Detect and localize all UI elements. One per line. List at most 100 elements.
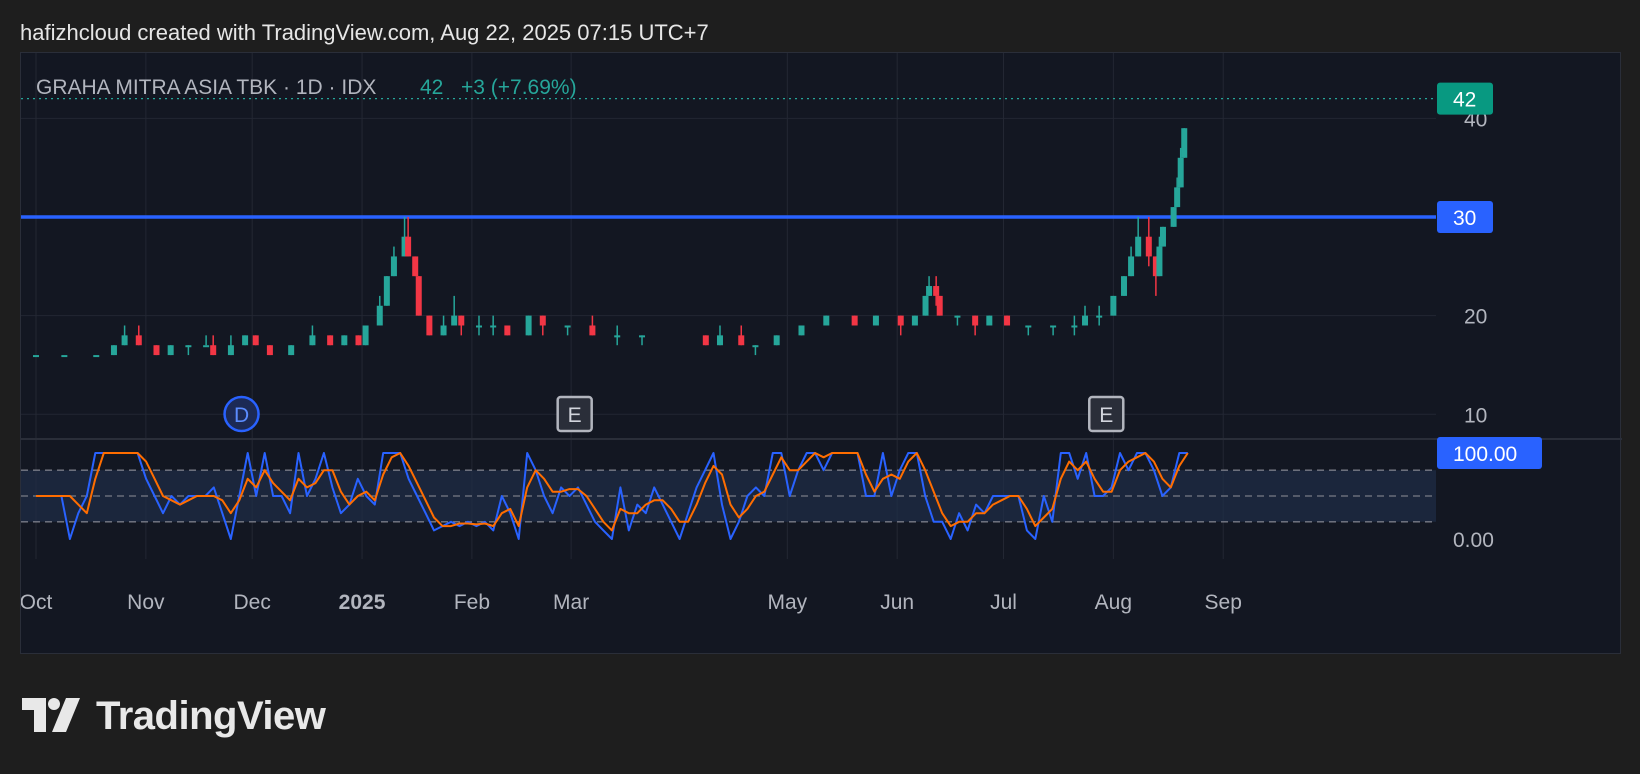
x-tick-label: Jul <box>990 591 1017 614</box>
candle-body <box>897 315 904 326</box>
candle-body <box>210 345 217 356</box>
x-tick-label: 2025 <box>339 591 386 614</box>
candle-body <box>412 256 419 277</box>
candle-body <box>1082 315 1089 326</box>
candle-body <box>242 335 249 346</box>
candle-body <box>451 315 458 326</box>
candle-body <box>1096 315 1103 318</box>
candle-body <box>954 315 961 318</box>
candle-body <box>362 325 369 346</box>
candlestick-series <box>33 128 1188 358</box>
x-tick-label: Mar <box>553 591 589 614</box>
tradingview-logo-icon <box>22 698 80 732</box>
candle-body <box>376 305 383 326</box>
candle-body <box>135 335 142 346</box>
legend-symbol: GRAHA MITRA ASIA TBK · 1D · IDX <box>36 76 376 99</box>
candle-body <box>1025 325 1032 328</box>
x-tick-label: Oct <box>21 591 52 614</box>
candle-body <box>288 345 295 356</box>
axes: 40302010OctNovDec2025FebMarMayJunJulAugS… <box>21 82 1542 614</box>
candle-body <box>504 325 511 336</box>
candle-body <box>1004 315 1011 326</box>
candle-body <box>1135 236 1142 257</box>
candle-body <box>327 335 334 346</box>
legend-last-price: 42 <box>420 76 443 99</box>
horizontal-line-30 <box>21 97 1436 219</box>
candle-body <box>702 335 709 346</box>
candle-body <box>1174 187 1181 208</box>
tradingview-wordmark: TradingView <box>96 693 326 738</box>
candle-body <box>823 315 830 326</box>
candle-body <box>110 345 117 356</box>
candle-body <box>355 335 362 346</box>
horizontal-line-tag: 30 <box>1453 207 1476 230</box>
candle-body <box>738 335 745 346</box>
last-price-tag: 42 <box>1453 89 1476 112</box>
candle-body <box>203 345 210 348</box>
candle-body <box>475 325 482 328</box>
chart-attribution: hafizhcloud created with TradingView.com… <box>20 20 709 45</box>
candle-body <box>1050 325 1057 328</box>
x-tick-label: Nov <box>127 591 165 614</box>
candle-body <box>383 276 390 306</box>
candle-body <box>405 236 412 257</box>
candle-body <box>61 355 68 358</box>
candle-body <box>798 325 805 336</box>
candle-body <box>872 315 879 326</box>
candle-body <box>936 295 943 316</box>
earnings-marker-label: E <box>1099 404 1113 427</box>
candle-body <box>227 345 234 356</box>
tradingview-logo[interactable]: TradingView <box>22 692 326 740</box>
x-tick-label: Aug <box>1095 591 1132 614</box>
chart-panel[interactable]: DEE 40302010OctNovDec2025FebMarMayJunJul… <box>20 52 1622 655</box>
candle-body <box>1159 226 1166 247</box>
candle-body <box>490 325 497 328</box>
candle-body <box>252 335 259 346</box>
candle-body <box>589 325 596 336</box>
candle-body <box>1177 157 1184 188</box>
candle-body <box>309 335 316 346</box>
chart-canvas[interactable]: DEE 40302010OctNovDec2025FebMarMayJunJul… <box>21 53 1622 655</box>
legend: GRAHA MITRA ASIA TBK · 1D · IDX 42 +3 (+… <box>36 76 577 99</box>
candle-body <box>1156 246 1163 277</box>
candle-body <box>153 345 160 356</box>
candle-body <box>93 355 100 358</box>
x-tick-label: Jun <box>880 591 914 614</box>
candle-body <box>1145 236 1152 257</box>
oscillator-last-tag: 100.00 <box>1453 443 1517 466</box>
candle-body <box>1120 276 1127 296</box>
candle-body <box>1110 295 1117 316</box>
candle-body <box>390 256 397 277</box>
y-tick-label: 20 <box>1464 306 1487 329</box>
candle-body <box>986 315 993 326</box>
candle-body <box>933 286 940 296</box>
x-tick-label: Sep <box>1205 591 1242 614</box>
dividend-marker-label: D <box>234 404 249 427</box>
candle-body <box>33 355 39 358</box>
candle-body <box>525 315 532 336</box>
x-tick-label: May <box>767 591 807 614</box>
candle-body <box>922 295 929 316</box>
candle-body <box>639 335 646 338</box>
candle-body <box>972 315 979 326</box>
earnings-marker-label: E <box>568 404 582 427</box>
x-tick-label: Dec <box>234 591 271 614</box>
x-tick-label: Feb <box>454 591 490 614</box>
candle-body <box>716 335 723 346</box>
candle-body <box>415 276 422 316</box>
candle-body <box>341 335 348 346</box>
candle-body <box>773 335 780 346</box>
candle-body <box>564 325 571 328</box>
candle-body <box>539 315 546 326</box>
candle-body <box>1170 207 1177 227</box>
candle-body <box>167 345 174 356</box>
candle-body <box>911 315 918 326</box>
candle-body <box>1128 256 1135 277</box>
candle-body <box>121 335 128 346</box>
legend-change: +3 (+7.69%) <box>461 76 577 99</box>
y-tick-label: 10 <box>1464 404 1487 427</box>
oscillator-y-tick-label: 0.00 <box>1453 529 1494 552</box>
candle-body <box>1181 128 1188 158</box>
candle-body <box>1071 325 1078 328</box>
candle-body <box>266 345 273 356</box>
